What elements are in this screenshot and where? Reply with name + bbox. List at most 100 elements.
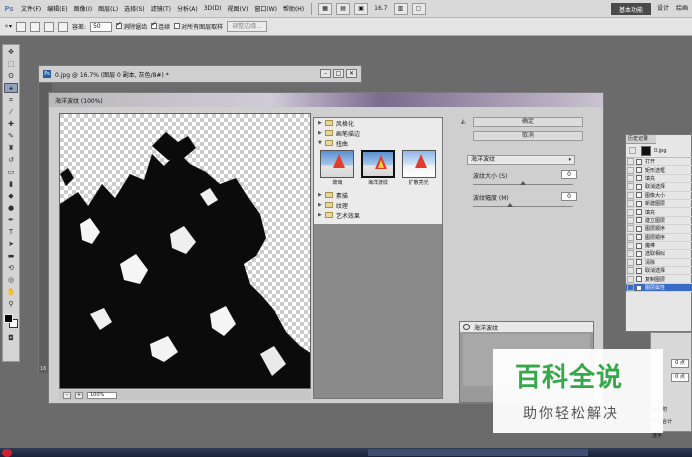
marquee-tool-icon[interactable]: ⬚ <box>4 59 18 69</box>
mini-bridge-icon[interactable]: ▤ <box>336 2 351 15</box>
effect-layer-row[interactable]: 海洋波纹 <box>460 322 593 332</box>
history-source-checkbox[interactable] <box>627 174 634 182</box>
history-item[interactable]: 图层顺序 <box>626 225 692 234</box>
tolerance-input[interactable]: 50 <box>90 21 113 32</box>
history-source-checkbox[interactable] <box>627 216 634 224</box>
dodge-tool-icon[interactable]: ● <box>4 203 18 213</box>
history-source-checkbox[interactable] <box>627 183 634 191</box>
history-source-checkbox[interactable] <box>627 275 634 283</box>
antialias-option[interactable]: 消除锯齿 <box>116 20 147 31</box>
view-extras-icon[interactable]: ▣ <box>354 2 369 15</box>
history-item-selected[interactable]: 图层属性 <box>626 283 692 293</box>
foreground-color-swatch[interactable] <box>4 314 13 323</box>
3d-orbit-tool-icon[interactable]: ◎ <box>4 275 18 285</box>
history-item[interactable]: 选取相似 <box>626 250 692 259</box>
indent-value-1[interactable]: 0 点 <box>671 359 689 368</box>
sample-all-option[interactable]: 对所有图层取样 <box>174 22 223 31</box>
history-source-checkbox[interactable] <box>627 191 634 199</box>
history-item[interactable]: 建立图层 <box>626 216 692 226</box>
ripple-size-knob[interactable] <box>520 181 526 185</box>
close-icon[interactable]: ✕ <box>346 69 357 78</box>
side-label-3[interactable]: 连字 <box>652 432 662 439</box>
gradient-tool-icon[interactable]: ▮ <box>4 179 18 189</box>
menu-file[interactable]: 文件(F) <box>18 4 44 13</box>
contiguous-option[interactable]: 连续 <box>151 20 170 31</box>
eyedropper-tool-icon[interactable]: ⁄ <box>4 107 18 117</box>
menu-filter[interactable]: 滤镜(T) <box>148 4 174 13</box>
history-item[interactable]: 打开 <box>626 158 692 167</box>
start-button-icon[interactable] <box>2 449 12 457</box>
ripple-magnitude-input[interactable]: 0 <box>561 192 577 201</box>
menu-edit[interactable]: 编辑(E) <box>44 4 70 13</box>
shape-tool-icon[interactable]: ▬ <box>4 251 18 261</box>
preview-zoom-field[interactable]: 100% <box>87 391 117 399</box>
history-tab[interactable]: 历史记录 <box>626 135 656 144</box>
category-sketch[interactable]: ▶ 素描 <box>314 190 442 200</box>
category-stylize[interactable]: ▶ 风格化 <box>314 118 442 128</box>
ripple-magnitude-knob[interactable] <box>507 203 513 207</box>
arrange-docs-icon[interactable]: ▥ <box>393 2 408 15</box>
document-title-bar[interactable]: Ps 0.jpg @ 16.7% (图层 0 副本, 灰色/8#) * – □ … <box>38 65 362 83</box>
healing-tool-icon[interactable]: ✚ <box>4 119 18 129</box>
type-tool-icon[interactable]: T <box>4 227 18 237</box>
ripple-size-input[interactable]: 0 <box>561 170 577 179</box>
antialias-checkbox[interactable] <box>116 20 123 29</box>
magic-wand-icon[interactable]: ✧▾ <box>4 23 12 30</box>
history-brush-tool-icon[interactable]: ↺ <box>4 155 18 165</box>
menu-help[interactable]: 帮助(H) <box>280 4 307 13</box>
stamp-tool-icon[interactable]: ♜ <box>4 143 18 153</box>
history-source-checkbox[interactable] <box>627 267 634 275</box>
zoom-tool-icon[interactable]: ⚲ <box>4 299 18 309</box>
menu-window[interactable]: 窗口(W) <box>251 4 280 13</box>
sample-all-checkbox[interactable] <box>174 23 181 29</box>
menu-image[interactable]: 图像(I) <box>71 4 95 13</box>
snapshot-source-checkbox[interactable] <box>629 147 636 154</box>
taskbar-item[interactable] <box>368 449 588 456</box>
pen-tool-icon[interactable]: ✒ <box>4 215 18 225</box>
path-select-tool-icon[interactable]: ➤ <box>4 239 18 249</box>
category-brush-strokes[interactable]: ▶ 画笔描边 <box>314 128 442 138</box>
filter-preview[interactable] <box>59 113 311 389</box>
intersect-selection-icon[interactable] <box>58 21 69 32</box>
zoom-in-icon[interactable]: + <box>75 391 83 399</box>
history-source-checkbox[interactable] <box>627 208 634 216</box>
zoom-level-value[interactable]: 16.7 <box>374 5 387 12</box>
magic-wand-tool-icon[interactable]: ✦ <box>4 83 18 93</box>
zoom-out-icon[interactable]: – <box>63 391 71 399</box>
3d-rotate-tool-icon[interactable]: ⟲ <box>4 263 18 273</box>
color-swatches[interactable] <box>3 313 19 331</box>
minimize-icon[interactable]: – <box>320 69 331 78</box>
history-item[interactable]: 图像大小 <box>626 191 692 200</box>
filter-thumb-glass[interactable]: 玻璃 <box>320 150 355 188</box>
history-item[interactable]: 复制图层 <box>626 275 692 284</box>
bridge-icon[interactable]: ▦ <box>318 2 333 15</box>
history-item[interactable]: 取消选择 <box>626 183 692 192</box>
category-texture[interactable]: ▶ 纹理 <box>314 200 442 210</box>
screen-mode-icon[interactable]: ▢ <box>411 2 426 15</box>
history-item[interactable]: 矩形选框 <box>626 166 692 175</box>
history-snapshot[interactable]: 0.jpg <box>626 144 692 158</box>
maximize-icon[interactable]: □ <box>333 69 344 78</box>
new-selection-icon[interactable] <box>16 21 27 32</box>
category-distort[interactable]: ▼ 扭曲 <box>314 138 442 148</box>
ok-button[interactable]: 确定 <box>473 117 583 127</box>
add-selection-icon[interactable] <box>30 21 41 32</box>
history-source-checkbox[interactable] <box>627 242 634 250</box>
history-source-checkbox[interactable] <box>627 158 634 166</box>
filter-gallery-title-bar[interactable]: 海洋波纹 (100%) <box>49 93 603 107</box>
subtract-selection-icon[interactable] <box>44 21 55 32</box>
history-item[interactable]: 魔棒 <box>626 242 692 251</box>
menu-select[interactable]: 选择(S) <box>121 4 148 13</box>
history-source-checkbox[interactable] <box>627 250 634 258</box>
history-item[interactable]: 填充 <box>626 208 692 217</box>
eye-icon[interactable] <box>463 324 470 330</box>
eraser-tool-icon[interactable]: ▭ <box>4 167 18 177</box>
lasso-tool-icon[interactable]: ʘ <box>4 71 18 81</box>
cancel-button[interactable]: 取消 <box>473 131 583 141</box>
history-source-checkbox[interactable] <box>627 225 634 233</box>
workspace-design-link[interactable]: 设计 <box>657 3 669 12</box>
filter-select-dropdown[interactable]: 海洋波纹 ▾ <box>467 155 575 165</box>
hand-tool-icon[interactable]: ✋ <box>4 287 18 297</box>
history-item[interactable]: 填充 <box>626 174 692 184</box>
brush-tool-icon[interactable]: ✎ <box>4 131 18 141</box>
